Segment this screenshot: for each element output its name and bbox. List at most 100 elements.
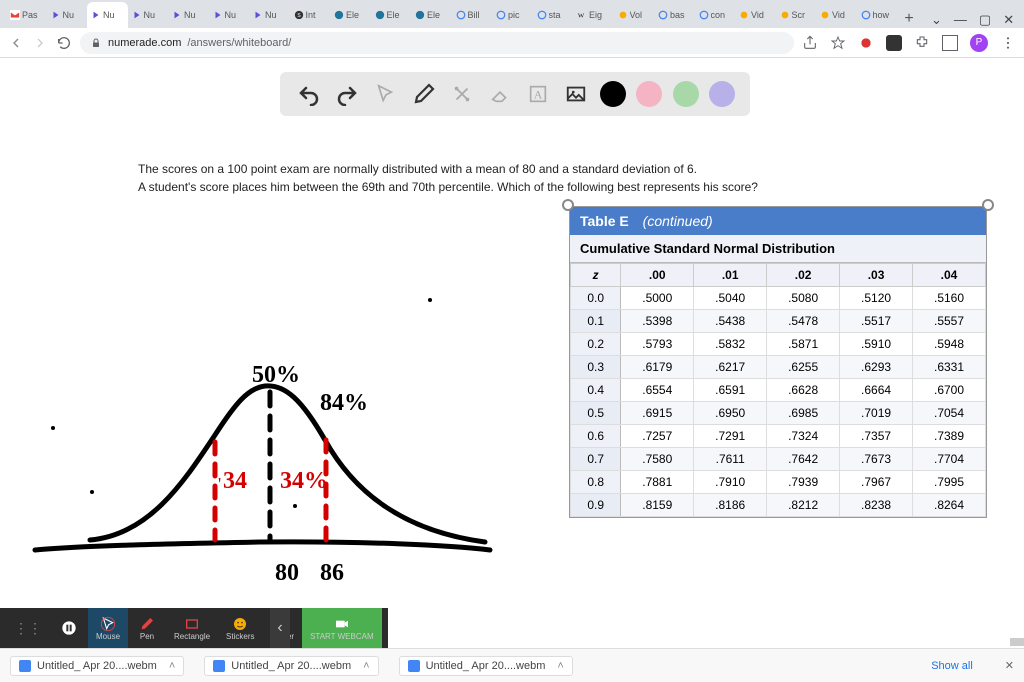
browser-tab[interactable]: Scr [776, 2, 817, 28]
table-cell: .6331 [913, 356, 986, 379]
browser-tab[interactable]: Ele [371, 2, 412, 28]
table-cell: .7881 [621, 471, 694, 494]
horizontal-scrollbar[interactable] [0, 638, 1024, 646]
undo-button[interactable] [295, 80, 323, 108]
color-green[interactable] [673, 81, 699, 107]
table-cell: .8159 [621, 494, 694, 517]
table-cell: .5517 [840, 310, 913, 333]
profile-avatar[interactable]: P [970, 34, 988, 52]
reload-icon[interactable] [56, 35, 72, 51]
table-cell: .5438 [694, 310, 767, 333]
table-cell: .7357 [840, 425, 913, 448]
extensions-icon[interactable] [914, 35, 930, 51]
browser-tab[interactable]: bas [654, 2, 695, 28]
tab-label: Scr [792, 10, 806, 20]
table-row: 0.8.7881.7910.7939.7967.7995 [571, 471, 986, 494]
back-icon[interactable] [8, 35, 24, 51]
browser-tab[interactable]: Ele [330, 2, 371, 28]
table-header-cell: z [571, 264, 621, 287]
table-cell: .5910 [840, 333, 913, 356]
tab-favicon [618, 10, 628, 20]
browser-tab[interactable]: Pas [6, 2, 47, 28]
browser-tab[interactable]: Vid [816, 2, 857, 28]
browser-tab[interactable]: pic [492, 2, 533, 28]
forward-icon[interactable] [32, 35, 48, 51]
table-cell: .8212 [767, 494, 840, 517]
browser-tab[interactable]: Bill [452, 2, 493, 28]
close-downloads-icon[interactable]: ✕ [1005, 659, 1014, 672]
resize-handle-nw[interactable] [562, 199, 574, 211]
text-button[interactable]: A [524, 80, 552, 108]
extension-icon-1[interactable] [858, 35, 874, 51]
download-chip[interactable]: Untitled_ Apr 20....webm˄ [10, 656, 184, 676]
table-cell: .5871 [767, 333, 840, 356]
color-purple[interactable] [709, 81, 735, 107]
table-cell: .6217 [694, 356, 767, 379]
color-black[interactable] [600, 81, 626, 107]
table-cell: .8264 [913, 494, 986, 517]
chevron-up-icon[interactable]: ˄ [169, 660, 175, 672]
share-icon[interactable] [802, 35, 818, 51]
download-filename: Untitled_ Apr 20....webm [231, 660, 351, 672]
extension-icon-3[interactable] [942, 35, 958, 51]
chevron-up-icon[interactable]: ˄ [363, 660, 369, 672]
new-tab-button[interactable]: + [897, 10, 921, 28]
browser-tab[interactable]: Nu [47, 2, 88, 28]
tab-label: Pas [22, 10, 38, 20]
browser-tab[interactable]: Nu [87, 2, 128, 28]
tab-favicon [861, 10, 871, 20]
browser-tab[interactable]: WEig [573, 2, 614, 28]
chevron-down-icon[interactable]: ⌄ [931, 12, 942, 28]
table-cell: .6179 [621, 356, 694, 379]
browser-tab[interactable]: Vid [735, 2, 776, 28]
show-all-downloads[interactable]: Show all [931, 660, 973, 672]
redo-button[interactable] [333, 80, 361, 108]
drawing-canvas[interactable]: 50% 84% 34 34% 80 86 ' [30, 280, 520, 580]
browser-tab[interactable]: Ele [411, 2, 452, 28]
tab-favicon [253, 10, 263, 20]
browser-tab[interactable]: SInt [290, 2, 331, 28]
download-chip[interactable]: Untitled_ Apr 20....webm ˄ [204, 656, 378, 676]
browser-tab[interactable]: Nu [128, 2, 169, 28]
tab-label: con [711, 10, 726, 20]
file-icon [19, 660, 31, 672]
tools-button[interactable] [448, 80, 476, 108]
image-button[interactable] [562, 80, 590, 108]
extension-icon-2[interactable] [886, 35, 902, 51]
tab-label: Nu [265, 10, 277, 20]
tab-favicon [780, 10, 790, 20]
tab-label: Vol [630, 10, 643, 20]
download-chip[interactable]: Untitled_ Apr 20....webm˄ [399, 656, 573, 676]
browser-tab[interactable]: how [857, 2, 898, 28]
table-cell: 0.5 [571, 402, 621, 425]
url-input[interactable]: numerade.com/answers/whiteboard/ [80, 32, 794, 54]
eraser-button[interactable] [486, 80, 514, 108]
browser-tab[interactable]: con [695, 2, 736, 28]
color-pink[interactable] [636, 81, 662, 107]
tab-label: Nu [144, 10, 156, 20]
table-row: 0.3.6179.6217.6255.6293.6331 [571, 356, 986, 379]
maximize-icon[interactable]: ▢ [979, 12, 991, 28]
z-table[interactable]: Table E (continued) Cumulative Standard … [569, 206, 987, 518]
close-icon[interactable]: ✕ [1003, 12, 1014, 28]
browser-tab[interactable]: Vol [614, 2, 655, 28]
minimize-icon[interactable]: — [954, 12, 967, 28]
browser-tab[interactable]: sta [533, 2, 574, 28]
resize-handle-ne[interactable] [982, 199, 994, 211]
url-path: /answers/whiteboard/ [187, 37, 291, 49]
kebab-icon[interactable] [1000, 35, 1016, 51]
browser-tab[interactable]: Nu [168, 2, 209, 28]
tab-label: Nu [63, 10, 75, 20]
browser-tab[interactable]: Nu [209, 2, 250, 28]
tab-label: sta [549, 10, 561, 20]
tab-label: how [873, 10, 890, 20]
question-line1: The scores on a 100 point exam are norma… [138, 160, 984, 178]
table-cell: .7673 [840, 448, 913, 471]
pen-button[interactable] [410, 80, 438, 108]
pointer-button[interactable] [371, 80, 399, 108]
star-icon[interactable] [830, 35, 846, 51]
table-header-cell: .03 [840, 264, 913, 287]
browser-tab[interactable]: Nu [249, 2, 290, 28]
whiteboard-toolbar: A [280, 72, 750, 116]
chevron-up-icon[interactable]: ˄ [557, 660, 563, 672]
